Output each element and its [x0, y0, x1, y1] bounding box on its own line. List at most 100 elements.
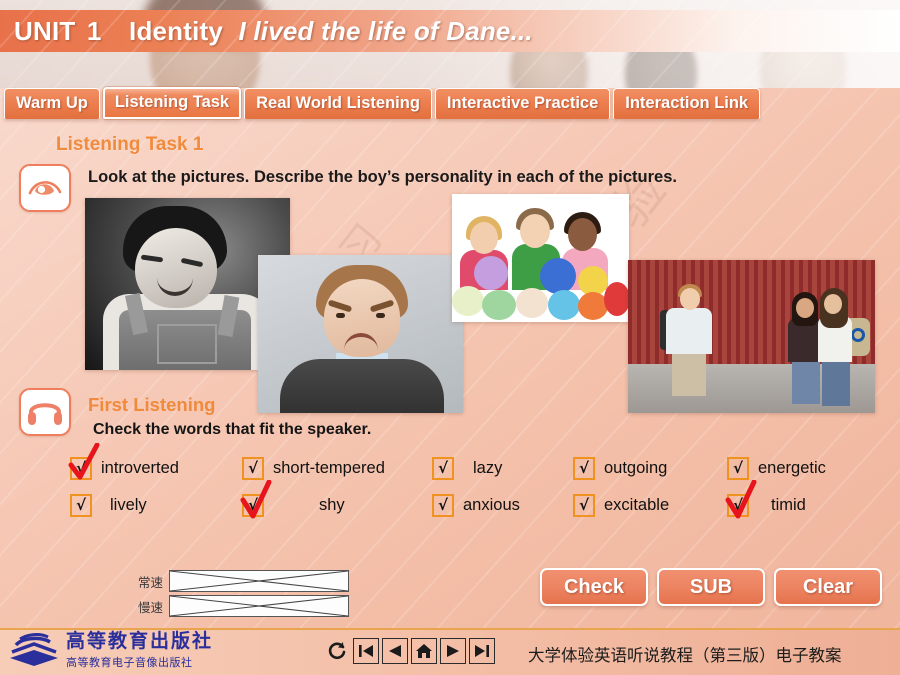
- next-page-icon-glyph: [447, 645, 459, 657]
- checkbox[interactable]: √: [725, 480, 757, 519]
- button-label: SUB: [689, 575, 733, 598]
- tab-label: Warm Up: [16, 94, 88, 112]
- audio-placeholder[interactable]: [169, 570, 349, 592]
- checkbox-item-anxious[interactable]: √ anxious: [432, 494, 573, 517]
- publisher-text: 高等教育出版社 高等教育电子音像出版社: [66, 630, 214, 670]
- checkbox-label: short-tempered: [273, 459, 385, 477]
- audio-track-normal[interactable]: 常速: [125, 570, 349, 592]
- home-icon[interactable]: [411, 638, 437, 664]
- checkbox-label: anxious: [463, 496, 520, 514]
- checkbox[interactable]: √: [573, 457, 595, 480]
- tab-interaction-link[interactable]: Interaction Link: [613, 88, 761, 120]
- course-title: 大学体验英语听说教程（第三版）电子教案: [528, 646, 842, 665]
- courseware-page: UNIT 1 Identity I lived the life of Dane…: [0, 0, 900, 675]
- checkbox-item-lazy[interactable]: √ lazy: [432, 457, 573, 480]
- checkbox[interactable]: √: [68, 443, 100, 480]
- task-heading: Listening Task 1: [56, 134, 204, 155]
- main-content: Listening Task 1 Look at the pictures. D…: [0, 128, 900, 628]
- checkbox-mark: √: [75, 459, 86, 477]
- checkbox-item-outgoing[interactable]: √ outgoing: [573, 457, 727, 480]
- next-page-icon[interactable]: [440, 638, 466, 664]
- page-title: UNIT 1 Identity I lived the life of Dane…: [0, 16, 533, 47]
- photo-teens-school: [628, 260, 875, 413]
- book-logo-glyph: [10, 633, 58, 666]
- checkbox-row: √ introverted √ short-tempered √ lazy √ …: [68, 443, 890, 487]
- unit-number: 1: [86, 15, 102, 46]
- checkbox-label: excitable: [604, 496, 670, 514]
- checkbox-label: timid: [771, 496, 806, 514]
- checkbox-item-energetic[interactable]: √ energetic: [727, 457, 826, 480]
- footer-bar: 高等教育出版社 高等教育电子音像出版社 大学体验英语听说教程（第三版）电子教案: [0, 628, 900, 675]
- tab-real-world-listening[interactable]: Real World Listening: [244, 88, 432, 120]
- checkbox-item-timid[interactable]: √ timid: [725, 480, 806, 519]
- previous-page-icon[interactable]: [382, 638, 408, 664]
- home-icon-glyph: [416, 644, 432, 658]
- section-tabs: Warm Up Listening Task Real World Listen…: [4, 87, 761, 120]
- headphone-icon: [19, 388, 71, 436]
- checkbox-mark: √: [732, 459, 743, 477]
- checkbox-label: lively: [110, 496, 147, 514]
- checkbox-item-short-tempered[interactable]: √ short-tempered: [242, 457, 432, 480]
- checkbox-label: energetic: [758, 459, 826, 477]
- clear-button[interactable]: Clear: [774, 568, 882, 606]
- audio-track-slow[interactable]: 慢速: [125, 595, 349, 617]
- publisher-name: 高等教育出版社: [66, 630, 214, 653]
- tab-label: Listening Task: [114, 93, 230, 111]
- tab-interactive-practice[interactable]: Interactive Practice: [434, 88, 611, 120]
- check-button[interactable]: Check: [540, 568, 648, 606]
- eye-icon-glyph: [28, 181, 62, 195]
- checkbox[interactable]: √: [432, 494, 454, 517]
- refresh-icon-glyph: [328, 642, 346, 660]
- unit-subtitle: I lived the life of Dane...: [238, 15, 533, 46]
- checkbox-label: shy: [319, 496, 345, 514]
- first-listening-instruction: Check the words that fit the speaker.: [93, 421, 372, 438]
- checkbox-label: lazy: [473, 459, 503, 477]
- sub-button[interactable]: SUB: [657, 568, 765, 606]
- checkbox-mark: √: [578, 459, 589, 477]
- first-listening-title: First Listening: [88, 394, 216, 415]
- checkbox[interactable]: √: [242, 457, 264, 480]
- checkbox[interactable]: √: [727, 457, 749, 480]
- audio-players: 常速 慢速: [125, 570, 349, 620]
- publisher-subname: 高等教育电子音像出版社: [66, 655, 193, 669]
- tab-label: Real World Listening: [256, 94, 420, 112]
- headphone-icon-glyph: [28, 403, 62, 425]
- checkbox[interactable]: √: [240, 480, 272, 519]
- checkbox-mark: √: [732, 496, 743, 514]
- publisher-logo: 高等教育出版社 高等教育电子音像出版社: [6, 630, 214, 670]
- button-label: Clear: [802, 575, 854, 598]
- audio-track-label: 慢速: [137, 599, 163, 615]
- tab-warm-up[interactable]: Warm Up: [4, 88, 100, 120]
- checkbox[interactable]: √: [70, 494, 92, 517]
- checkbox-mark: √: [578, 496, 589, 514]
- audio-placeholder[interactable]: [169, 595, 349, 617]
- checkbox-mark: √: [75, 496, 86, 514]
- tab-label: Interaction Link: [625, 94, 749, 112]
- checkbox-item-lively[interactable]: √ lively: [70, 494, 242, 517]
- button-label: Check: [563, 575, 625, 598]
- checkbox-item-shy[interactable]: √ shy: [240, 480, 432, 519]
- photo-boy-angry: [258, 255, 463, 413]
- first-page-icon[interactable]: [353, 638, 379, 664]
- missing-media-cross: [169, 595, 349, 617]
- refresh-icon[interactable]: [324, 638, 350, 664]
- checkbox[interactable]: √: [432, 457, 454, 480]
- unit-topic: Identity: [129, 15, 224, 46]
- last-page-icon-glyph: [475, 645, 489, 657]
- tab-listening-task[interactable]: Listening Task: [102, 87, 242, 120]
- checkbox-mark: √: [437, 496, 448, 514]
- checkbox-label: outgoing: [604, 459, 668, 477]
- word-checkbox-grid: √ introverted √ short-tempered √ lazy √ …: [68, 443, 890, 524]
- checkbox-mark: √: [437, 459, 448, 477]
- audio-track-label: 常速: [137, 574, 163, 590]
- book-logo-icon: [6, 632, 62, 670]
- checkbox-item-excitable[interactable]: √ excitable: [573, 494, 727, 517]
- photo-kids-balloons: [452, 194, 629, 322]
- task-instruction: Look at the pictures. Describe the boy’s…: [88, 168, 677, 186]
- last-page-icon[interactable]: [469, 638, 495, 664]
- checkbox-item-introverted[interactable]: √ introverted: [68, 443, 242, 480]
- eye-icon: [19, 164, 71, 212]
- first-page-icon-glyph: [359, 645, 373, 657]
- missing-media-cross: [169, 570, 349, 592]
- checkbox[interactable]: √: [573, 494, 595, 517]
